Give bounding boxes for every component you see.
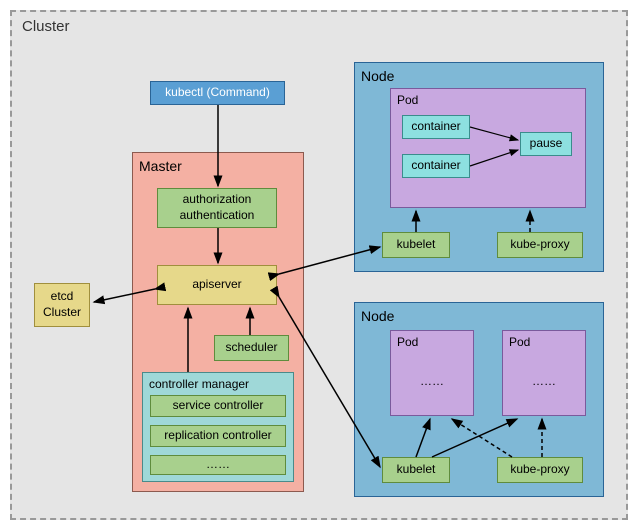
node1-container1-box: container (402, 115, 470, 139)
kubectl-command: kubectl (Command) (150, 81, 285, 105)
node1-pause-box: pause (520, 132, 572, 156)
service-controller-box: service controller (150, 395, 286, 417)
node2-pod2-more: …… (502, 372, 586, 392)
node2-kubelet-box: kubelet (382, 457, 450, 483)
node1-container2-box: container (402, 154, 470, 178)
cluster-label: Cluster (22, 18, 70, 35)
master-label: Master (139, 157, 182, 175)
node2-pod1-more: …… (390, 372, 474, 392)
node1-kubelet-box: kubelet (382, 232, 450, 258)
node1-kubeproxy-box: kube-proxy (497, 232, 583, 258)
cluster-box: Cluster kubectl (Command) Master authori… (10, 10, 628, 520)
scheduler-box: scheduler (214, 335, 289, 361)
etcd-box: etcd Cluster (34, 283, 90, 327)
node2-label: Node (361, 307, 394, 325)
cm-more-box: …… (150, 455, 286, 475)
replication-controller-box: replication controller (150, 425, 286, 447)
auth-box: authorization authentication (157, 188, 277, 228)
controller-manager-label: controller manager (149, 377, 249, 393)
apiserver-box: apiserver (157, 265, 277, 305)
node2-kubeproxy-box: kube-proxy (497, 457, 583, 483)
node1-label: Node (361, 67, 394, 85)
node2-pod2-label: Pod (509, 335, 530, 351)
node2-pod1-label: Pod (397, 335, 418, 351)
node1-pod-label: Pod (397, 93, 418, 109)
